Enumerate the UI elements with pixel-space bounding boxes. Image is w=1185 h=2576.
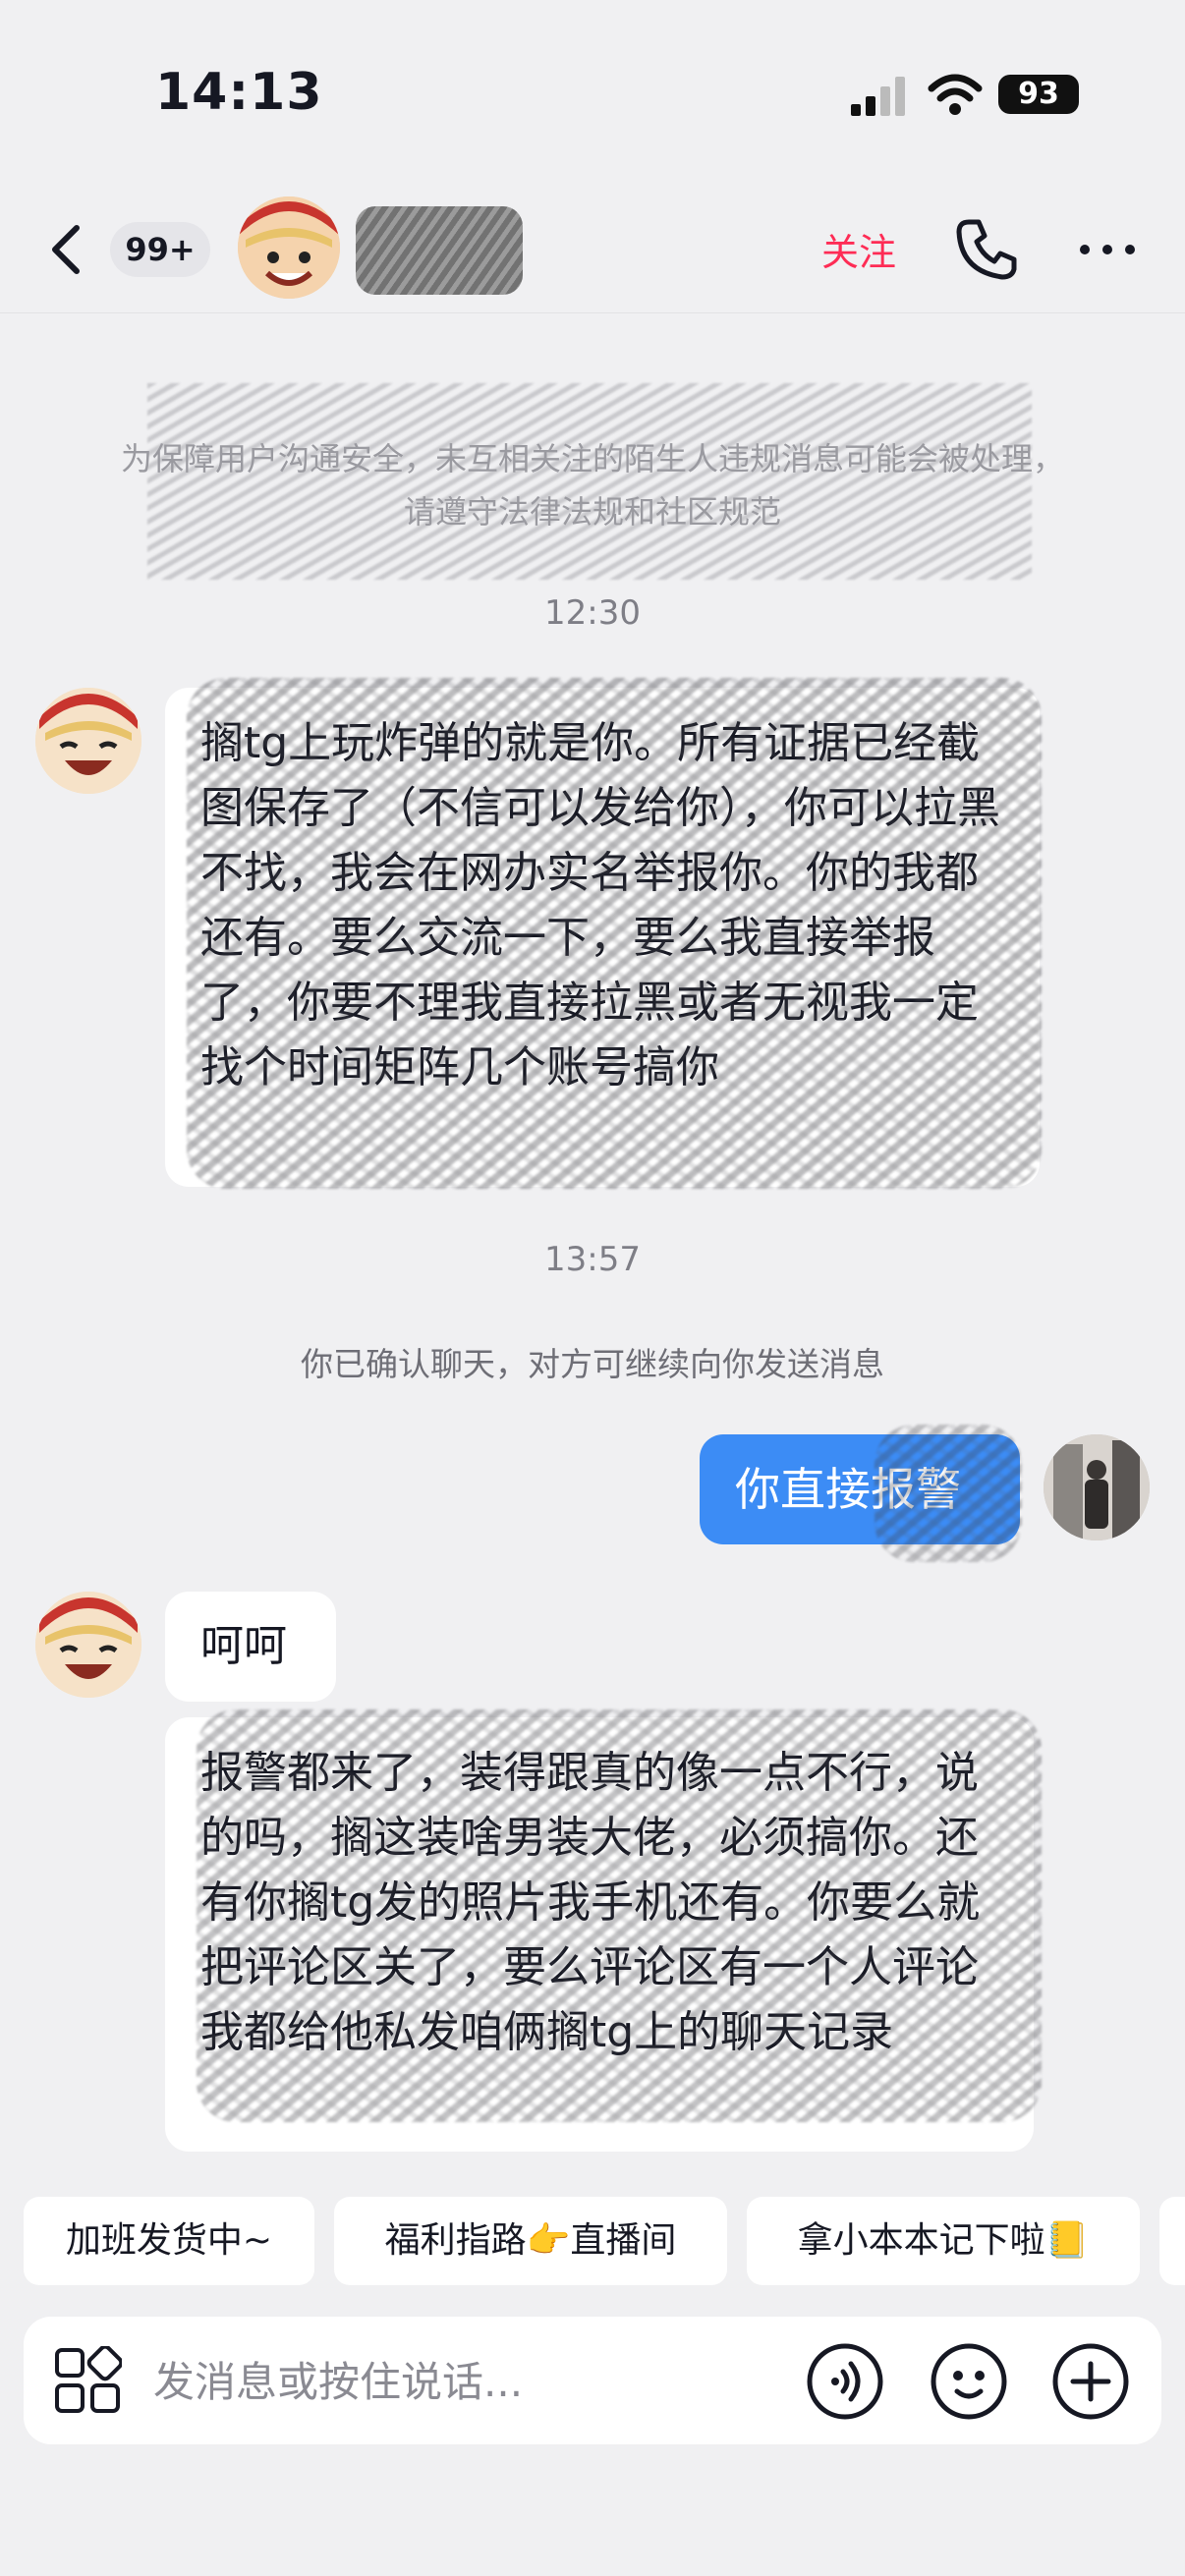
safety-notice: 为保障用户沟通安全，未互相关注的陌生人违规消息可能会被处理，请遵守法律法规和社区… — [120, 440, 1064, 531]
quick-replies: 加班发货中~ 福利指路👉直播间 拿小本本记下啦📒 — [0, 2197, 1185, 2287]
battery-indicator: 93 — [998, 75, 1079, 114]
message-input[interactable] — [151, 2317, 794, 2446]
emoji-icon[interactable] — [930, 2342, 1008, 2421]
sender-avatar[interactable] — [35, 688, 141, 794]
received-message[interactable]: 搁tg上玩炸弹的就是你。所有证据已经截图保存了（不信可以发给你），你可以拉黑不找… — [165, 688, 1040, 1187]
cellular-signal-icon — [851, 77, 905, 116]
photo-avatar-icon — [1044, 1434, 1150, 1540]
quick-reply-chip[interactable]: 拿小本本记下啦📒 — [747, 2197, 1140, 2285]
phone-call-icon[interactable] — [955, 216, 1020, 281]
quick-reply-chip[interactable]: 加班发货中~ — [24, 2197, 314, 2285]
apps-grid-icon[interactable] — [53, 2346, 122, 2415]
received-message[interactable]: 呵呵 — [165, 1592, 336, 1702]
cartoon-avatar-icon — [35, 688, 141, 794]
contact-avatar[interactable] — [238, 196, 340, 299]
my-avatar[interactable] — [1044, 1434, 1150, 1540]
unread-count-badge[interactable]: 99+ — [110, 222, 210, 277]
voice-icon[interactable] — [806, 2342, 884, 2421]
message-input-bar — [24, 2317, 1161, 2446]
wifi-icon — [928, 74, 983, 115]
chat-header: 99+ 关注 — [0, 187, 1185, 313]
status-bar: 14:13 93 — [0, 0, 1185, 187]
quick-reply-chip[interactable]: 福利指路👉直播间 — [334, 2197, 727, 2285]
received-message[interactable]: 报警都来了，装得跟真的像一点不行，说的吗，搁这装啥男装大佬，必须搞你。还有你搁t… — [165, 1717, 1034, 2152]
contact-name-redacted — [356, 206, 523, 295]
cartoon-avatar-icon — [35, 1592, 141, 1698]
quick-reply-chip-partial[interactable] — [1159, 2197, 1185, 2285]
plus-icon[interactable] — [1051, 2342, 1130, 2421]
cartoon-avatar-icon — [238, 196, 340, 299]
back-icon[interactable] — [45, 222, 85, 277]
sent-message[interactable]: 你直接报警 — [700, 1434, 1020, 1544]
system-message: 你已确认聊天，对方可继续向你发送消息 — [301, 1345, 884, 1383]
timestamp: 13:57 — [544, 1240, 641, 1279]
sender-avatar[interactable] — [35, 1592, 141, 1698]
follow-button[interactable]: 关注 — [821, 222, 896, 276]
timestamp: 12:30 — [544, 593, 641, 633]
more-options-icon[interactable] — [1077, 230, 1138, 269]
status-time: 14:13 — [155, 63, 323, 122]
